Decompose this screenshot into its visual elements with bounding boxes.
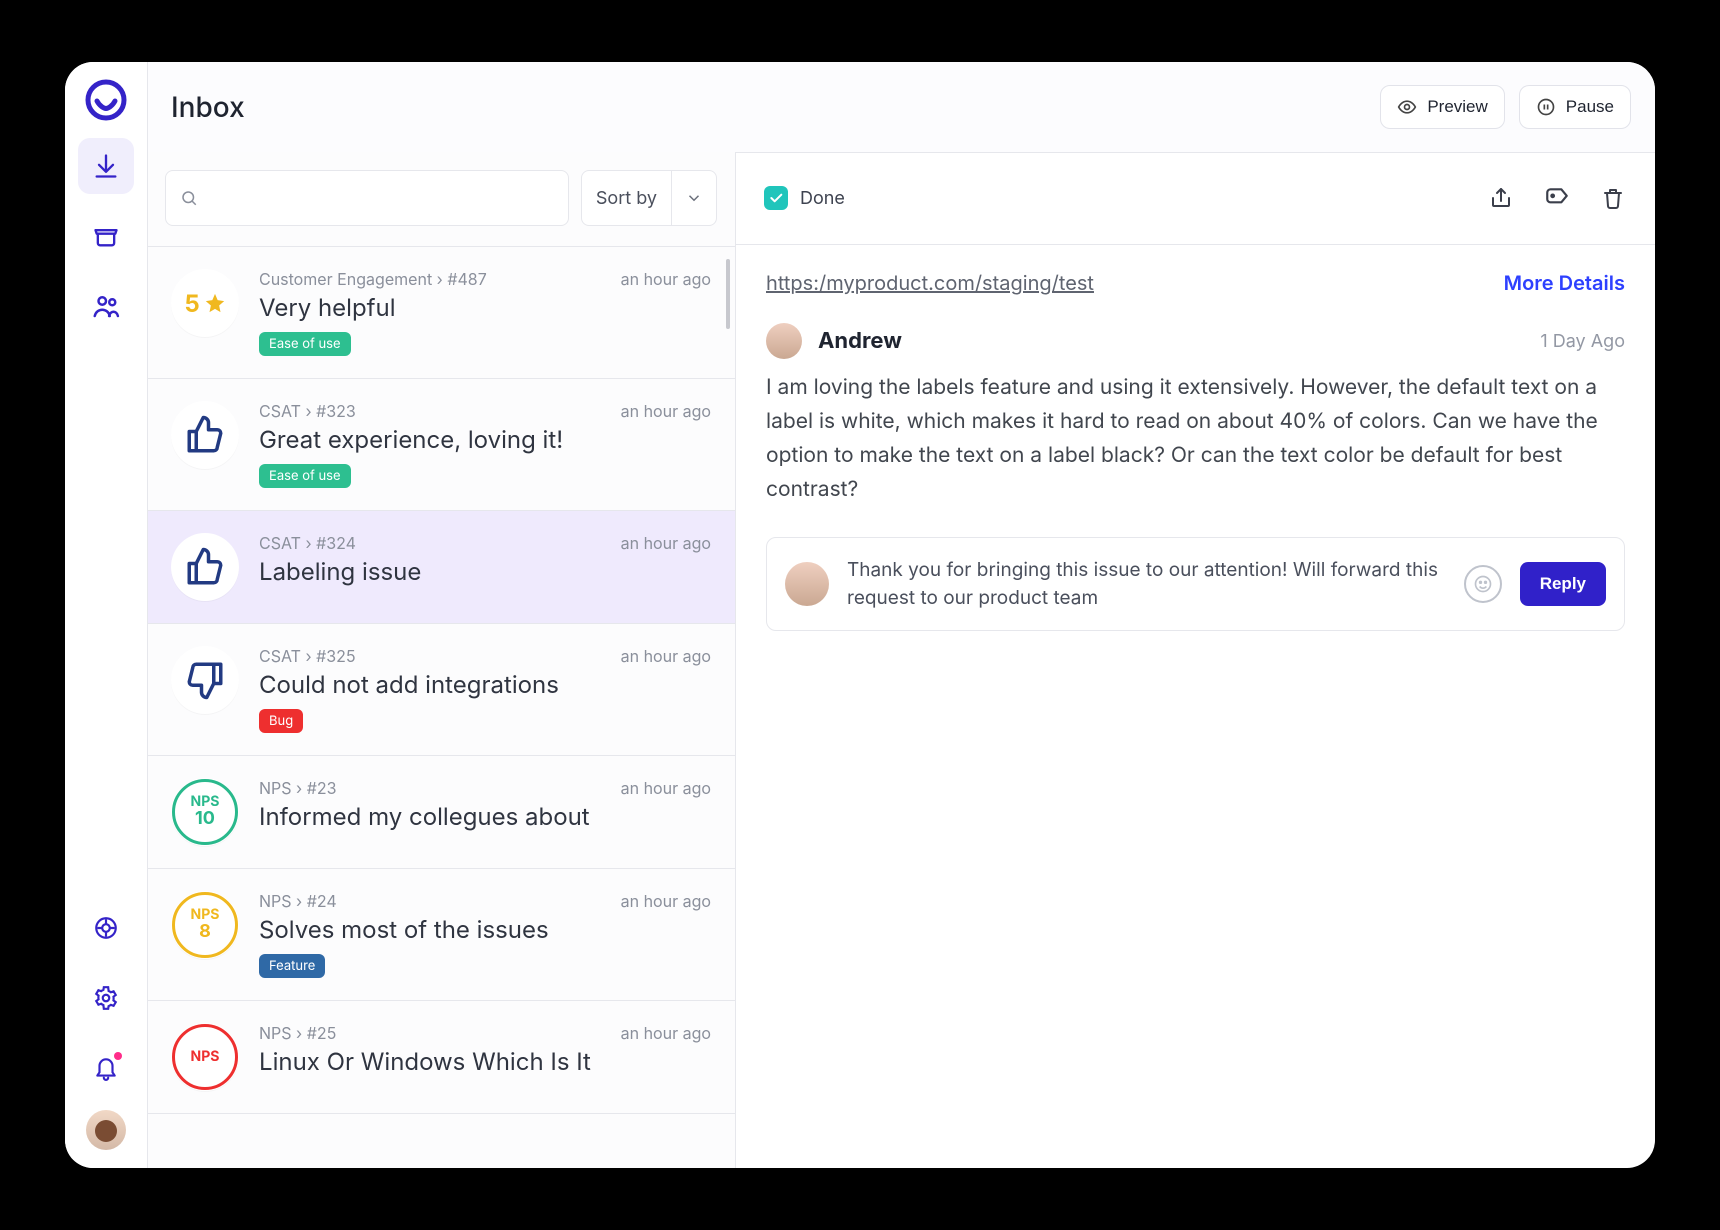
item-source: NPS › #25 <box>259 1023 336 1043</box>
message-body: I am loving the labels feature and using… <box>736 367 1655 537</box>
content: Sort by 5 <box>147 152 1655 1168</box>
item-tag: Bug <box>259 709 303 733</box>
thumb-down-badge <box>171 646 239 714</box>
search-input[interactable] <box>198 187 554 210</box>
thumb-up-badge <box>171 401 239 469</box>
nav-people[interactable] <box>78 278 134 334</box>
reply-button[interactable]: Reply <box>1520 562 1606 606</box>
item-subject: Solves most of the issues <box>259 915 711 944</box>
item-tag: Ease of use <box>259 464 351 488</box>
item-ago: an hour ago <box>621 891 711 911</box>
thumb-up-badge <box>171 533 239 601</box>
scrollbar[interactable] <box>726 259 730 329</box>
item-source: CSAT › #324 <box>259 533 356 553</box>
trash-icon[interactable] <box>1599 184 1627 212</box>
app-window: Inbox Preview Pause <box>65 62 1655 1168</box>
inbox-item[interactable]: CSAT › #325 an hour ago Could not add int… <box>147 624 735 756</box>
detail-column: Done https:/myproduct.com/staging/test M… <box>736 152 1655 1168</box>
nps-label: NPS <box>191 908 220 922</box>
more-details-link[interactable]: More Details <box>1504 271 1625 295</box>
search-input-wrap[interactable] <box>165 170 569 226</box>
nps-label: NPS <box>191 1050 220 1064</box>
nav-archive[interactable] <box>78 208 134 264</box>
emoji-picker-icon[interactable] <box>1464 565 1502 603</box>
item-subject: Could not add integrations <box>259 670 711 699</box>
search-icon <box>180 189 198 207</box>
inbox-item[interactable]: CSAT › #323 an hour ago Great experience,… <box>147 379 735 511</box>
pause-icon <box>1536 97 1556 117</box>
pause-label: Pause <box>1566 97 1614 117</box>
current-user-avatar[interactable] <box>86 1110 126 1150</box>
brand-logo <box>82 76 130 124</box>
eye-icon <box>1397 97 1417 117</box>
star-icon <box>204 292 226 314</box>
inbox-item[interactable]: NPS NPS › #25 an hour ago Linux Or Window… <box>147 1001 735 1114</box>
item-subject: Labeling issue <box>259 557 711 586</box>
pause-button[interactable]: Pause <box>1519 85 1631 129</box>
chevron-down-icon <box>671 171 716 225</box>
author-avatar <box>766 323 802 359</box>
left-rail <box>65 62 148 1168</box>
thumb-up-icon <box>184 546 226 588</box>
rating-badge: 5 <box>171 269 239 337</box>
nps-label: NPS <box>191 795 220 809</box>
message-age: 1 Day Ago <box>1540 331 1625 352</box>
reply-text[interactable]: Thank you for bringing this issue to our… <box>847 556 1446 612</box>
check-icon <box>768 190 784 206</box>
rating-value: 5 <box>184 289 199 318</box>
item-source: CSAT › #325 <box>259 646 356 666</box>
sort-label: Sort by <box>582 171 671 225</box>
nav-inbox[interactable] <box>78 138 134 194</box>
done-toggle[interactable]: Done <box>764 186 845 210</box>
item-source: NPS › #23 <box>259 778 336 798</box>
item-ago: an hour ago <box>621 401 711 421</box>
done-checkbox[interactable] <box>764 186 788 210</box>
inbox-item[interactable]: 5 Customer Engagement › #487an hour ago … <box>147 247 735 379</box>
nav-settings[interactable] <box>78 970 134 1026</box>
detail-url[interactable]: https:/myproduct.com/staging/test <box>766 271 1094 295</box>
item-ago: an hour ago <box>621 269 711 289</box>
thumb-up-icon <box>184 414 226 456</box>
item-tag: Ease of use <box>259 332 351 356</box>
item-ago: an hour ago <box>621 1023 711 1043</box>
thumb-down-icon <box>184 659 226 701</box>
inbox-list-column: Sort by 5 <box>147 152 736 1168</box>
inbox-item-selected[interactable]: CSAT › #324 an hour ago Labeling issue <box>147 511 735 624</box>
item-tag: Feature <box>259 954 325 978</box>
nps-value: 8 <box>199 922 211 942</box>
author-name: Andrew <box>818 328 902 354</box>
item-ago: an hour ago <box>621 778 711 798</box>
sort-dropdown[interactable]: Sort by <box>581 170 717 226</box>
item-subject: Very helpful <box>259 293 711 322</box>
item-subject: Linux Or Windows Which Is It <box>259 1047 711 1076</box>
topbar: Inbox Preview Pause <box>147 62 1655 153</box>
reply-composer[interactable]: Thank you for bringing this issue to our… <box>766 537 1625 631</box>
nps-badge: NPS10 <box>171 778 239 846</box>
inbox-item[interactable]: NPS10 NPS › #23 an hour ago Informed my c… <box>147 756 735 869</box>
item-ago: an hour ago <box>621 533 711 553</box>
preview-button[interactable]: Preview <box>1380 85 1504 129</box>
done-label: Done <box>800 188 845 209</box>
item-ago: an hour ago <box>621 646 711 666</box>
item-source: CSAT › #323 <box>259 401 356 421</box>
nav-notifications[interactable] <box>78 1040 134 1096</box>
nps-badge: NPS <box>171 1023 239 1091</box>
item-source: NPS › #24 <box>259 891 337 911</box>
item-subject: Informed my collegues about <box>259 802 711 831</box>
item-subject: Great experience, loving it! <box>259 425 711 454</box>
page-title: Inbox <box>171 90 245 124</box>
my-avatar <box>785 562 829 606</box>
nps-value: 10 <box>195 809 215 829</box>
inbox-list[interactable]: 5 Customer Engagement › #487an hour ago … <box>147 247 735 1168</box>
share-icon[interactable] <box>1487 184 1515 212</box>
notification-dot <box>114 1052 122 1060</box>
nps-badge: NPS8 <box>171 891 239 959</box>
item-source: Customer Engagement › #487 <box>259 269 487 289</box>
nav-help[interactable] <box>78 900 134 956</box>
inbox-item[interactable]: NPS8 NPS › #24 an hour ago Solves most of… <box>147 869 735 1001</box>
tag-icon[interactable] <box>1543 184 1571 212</box>
preview-label: Preview <box>1427 97 1487 117</box>
